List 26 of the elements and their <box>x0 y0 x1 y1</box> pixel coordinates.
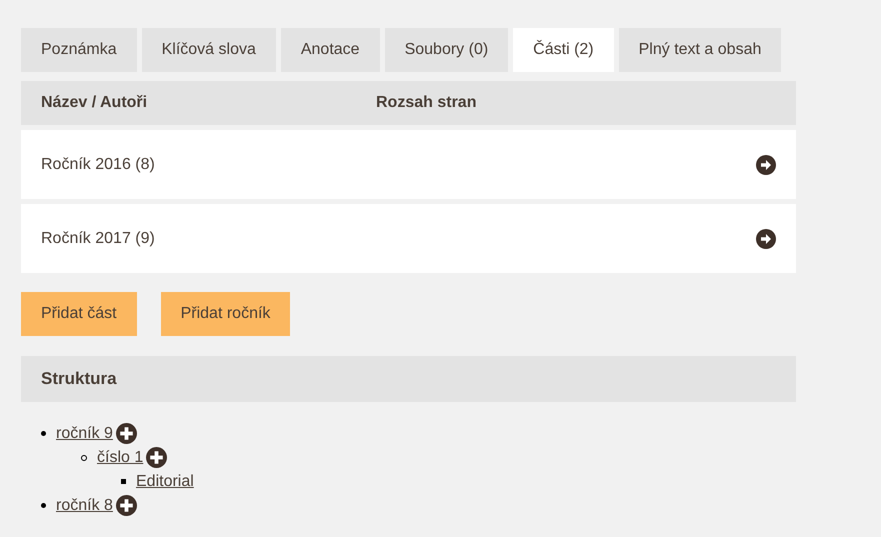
tree-link[interactable]: ročník 9 <box>56 422 113 446</box>
bullet-icon <box>81 454 87 460</box>
tree-link[interactable]: Editorial <box>136 470 194 494</box>
tree-link[interactable]: číslo 1 <box>97 446 144 470</box>
add-icon[interactable] <box>116 423 137 444</box>
tab[interactable]: Soubory (0) <box>384 28 508 72</box>
arrow-right-icon[interactable] <box>756 228 776 248</box>
arrow-right-icon[interactable] <box>756 154 776 174</box>
tab[interactable]: Části (2) <box>513 28 614 72</box>
add-icon[interactable] <box>146 447 168 468</box>
tree-link[interactable]: ročník 8 <box>56 494 113 518</box>
column-header: Název / Autoři <box>41 93 148 113</box>
tab[interactable]: Poznámka <box>21 28 137 72</box>
table-cell-text: Ročník 2017 (9) <box>41 228 155 248</box>
add-icon[interactable] <box>116 495 137 516</box>
bullet-icon <box>41 503 46 508</box>
add-button[interactable]: Přidat ročník <box>160 292 290 336</box>
tab[interactable]: Klíčová slova <box>142 28 276 72</box>
column-header: Rozsah stran <box>376 93 476 113</box>
tab[interactable]: Plný text a obsah <box>618 28 782 72</box>
tab[interactable]: Anotace <box>280 28 380 72</box>
bullet-icon <box>41 431 46 436</box>
add-button[interactable]: Přidat část <box>21 292 137 336</box>
section-header: Struktura <box>21 356 796 402</box>
table-cell-text: Ročník 2016 (8) <box>41 154 155 174</box>
bullet-icon <box>121 479 126 484</box>
